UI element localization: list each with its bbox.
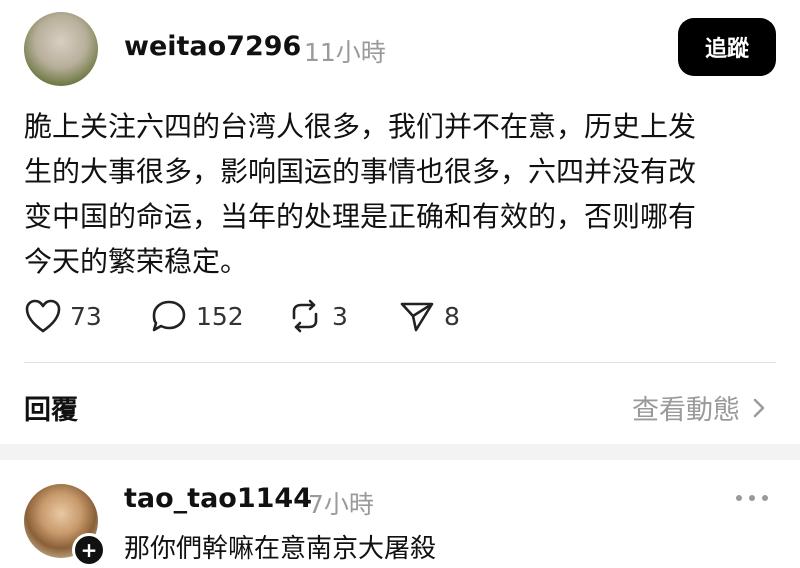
more-dots-icon[interactable]: [736, 488, 768, 508]
like-button[interactable]: 73: [24, 296, 102, 336]
plus-icon[interactable]: +: [72, 533, 106, 567]
chevron-right-icon: [753, 398, 765, 417]
comment-button[interactable]: 152: [150, 296, 244, 336]
heart-icon: [25, 299, 61, 333]
follow-button[interactable]: 追蹤: [678, 18, 776, 76]
post-timestamp: 11小時: [304, 38, 386, 67]
speech-bubble-icon: [152, 300, 186, 332]
reply-timestamp: 7小時: [308, 490, 374, 519]
view-activity-link[interactable]: 查看動態: [632, 388, 770, 427]
replies-heading: 回覆: [24, 395, 78, 426]
author-avatar[interactable]: [24, 12, 98, 86]
reply-author-name[interactable]: tao_tao1144: [124, 483, 312, 514]
share-button[interactable]: 8: [398, 296, 460, 336]
like-count: 73: [70, 301, 102, 331]
section-separator: [0, 444, 800, 460]
send-icon: [400, 302, 434, 332]
repost-icon: [292, 299, 318, 333]
comment-count: 152: [196, 301, 244, 331]
reply-body-text: 那你們幹嘛在意南京大屠殺: [124, 534, 437, 564]
repost-button[interactable]: 3: [286, 296, 348, 336]
view-activity-label: 查看動態: [632, 395, 740, 426]
repost-count: 3: [332, 301, 348, 331]
share-count: 8: [444, 301, 460, 331]
post-body-text: 脆上关注六四的台湾人很多，我们并不在意，历史上发 生的大事很多，影响国运的事情也…: [24, 110, 697, 278]
divider: [24, 362, 776, 363]
post-author-name[interactable]: weitao7296: [124, 31, 301, 62]
